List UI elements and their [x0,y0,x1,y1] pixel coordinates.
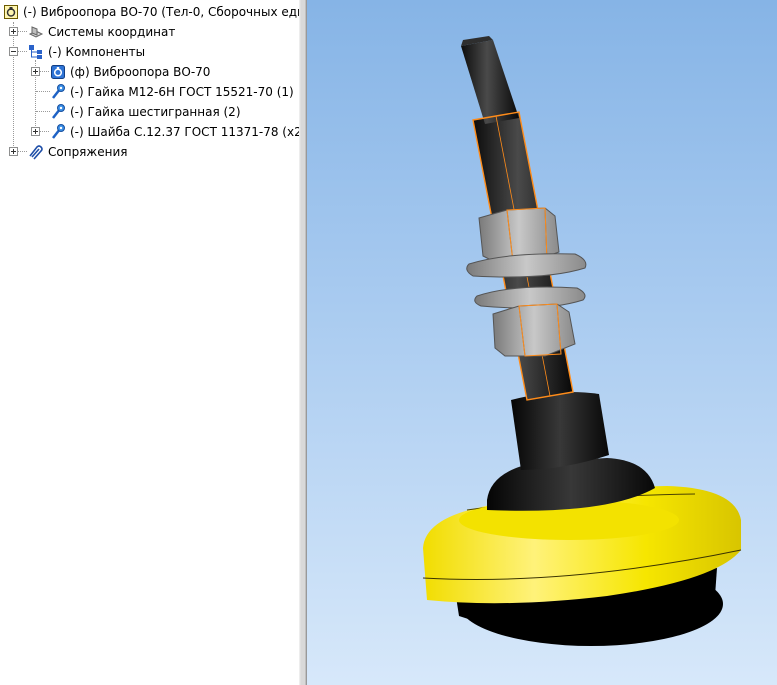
tree-line [17,51,27,53]
part-icon [49,123,67,141]
expand-toggle-washer[interactable] [31,127,40,136]
mates-icon [27,143,45,161]
tree-root-item[interactable]: (-) Виброопора ВО-70 (Тел-0, Сборочных е… [2,2,299,22]
tree-item-label: (-) Компоненты [48,45,146,59]
tree-item-washer[interactable]: (-) Шайба С.12.37 ГОСТ 11371-78 (x2) [49,122,299,142]
expand-toggle-subassembly[interactable] [31,67,40,76]
tree-line [17,31,27,33]
assembly-icon [2,3,20,21]
tree-item-label: Системы координат [48,25,176,39]
tree-item-hex-nut[interactable]: (-) Гайка шестигранная (2) [49,102,241,122]
tree-line [17,151,27,153]
tree-line [39,131,49,133]
top-shaft [461,40,519,124]
components-icon [27,43,45,61]
tree-item-label: (-) Гайка М12-6Н ГОСТ 15521-70 (1) [70,85,294,99]
tree-item-label: Сопряжения [48,145,128,159]
lower-washer [474,286,586,309]
tree-item-subassembly[interactable]: (ф) Виброопора ВО-70 [49,62,210,82]
part-icon [49,83,67,101]
tree-item-nut-m12[interactable]: (-) Гайка М12-6Н ГОСТ 15521-70 (1) [49,82,294,102]
lower-cylinder [511,392,609,470]
tree-line [36,91,50,93]
3d-viewport[interactable] [307,0,777,685]
tree-item-label: (-) Гайка шестигранная (2) [70,105,241,119]
model-tree-panel[interactable]: (-) Виброопора ВО-70 (Тел-0, Сборочных е… [0,0,299,685]
tree-item-label: (ф) Виброопора ВО-70 [70,65,211,79]
panel-splitter[interactable] [299,0,307,685]
lower-hex-nut [492,303,576,357]
expand-toggle-mates[interactable] [9,147,18,156]
subassembly-icon [49,63,67,81]
tree-line [36,111,50,113]
collapse-toggle-components[interactable] [9,47,18,56]
vibration-mount-model[interactable] [307,0,777,685]
tree-item-label: (-) Шайба С.12.37 ГОСТ 11371-78 (x2) [70,125,299,139]
expand-toggle-coordinate-systems[interactable] [9,27,18,36]
tree-item-mates[interactable]: Сопряжения [27,142,127,162]
tree-line [39,71,49,73]
tree-root-label: (-) Виброопора ВО-70 (Тел-0, Сборочных е… [23,5,299,19]
tree-item-coordinate-systems[interactable]: Системы координат [27,22,175,42]
part-icon [49,103,67,121]
coordinate-systems-icon [27,23,45,41]
tree-item-components[interactable]: (-) Компоненты [27,42,145,62]
tree-line [13,22,15,152]
